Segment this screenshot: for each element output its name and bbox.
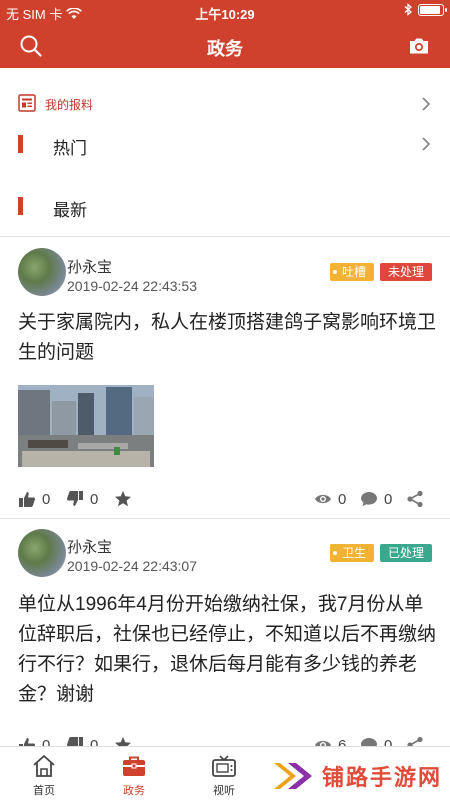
favorite-button[interactable] bbox=[114, 490, 132, 508]
post-title[interactable]: 关于家属院内，私人在楼顶搭建鸽子窝影响环境卫生的问题 bbox=[18, 308, 436, 368]
thumbs-down-icon bbox=[66, 491, 83, 506]
status-badge: 已处理 bbox=[379, 544, 432, 562]
tab-government-label: 政务 bbox=[123, 785, 145, 797]
watermark-arrow-icon bbox=[273, 763, 312, 789]
status-right bbox=[404, 3, 447, 16]
thumbs-up-icon bbox=[19, 492, 36, 507]
my-reports-label: 我的报料 bbox=[45, 98, 94, 112]
nav-bar: 政务 bbox=[0, 24, 450, 68]
section-marker bbox=[18, 135, 23, 153]
post-tags: 卫生 已处理 bbox=[329, 544, 432, 562]
tab-home-label: 首页 bbox=[33, 785, 55, 797]
tab-bar: 首页 政务 视听 铺路手游网 bbox=[0, 746, 450, 800]
view-count: 0 bbox=[338, 490, 347, 508]
dislike-button[interactable]: 0 bbox=[66, 490, 98, 508]
section-hot[interactable]: 热门 bbox=[0, 122, 450, 166]
building-photo bbox=[18, 385, 154, 467]
avatar[interactable] bbox=[18, 529, 66, 577]
eye-icon bbox=[315, 494, 331, 504]
battery-icon bbox=[418, 3, 447, 16]
tab-home[interactable]: 首页 bbox=[14, 753, 74, 798]
post-author: 孙永宝 bbox=[67, 259, 113, 276]
star-icon bbox=[115, 491, 131, 507]
briefcase-icon bbox=[123, 756, 145, 776]
tab-media[interactable]: 视听 bbox=[194, 753, 254, 798]
like-count: 0 bbox=[42, 490, 51, 508]
watermark-logo: 铺路手游网 bbox=[272, 759, 442, 793]
share-button[interactable] bbox=[406, 490, 424, 508]
post-item[interactable]: 孙永宝 2019-02-24 22:43:53 吐槽 未处理 关于家属院内，私人… bbox=[0, 236, 450, 518]
page-title: 政务 bbox=[207, 39, 243, 59]
my-reports-row[interactable]: 我的报料 bbox=[0, 86, 450, 122]
post-time: 2019-02-24 22:43:07 bbox=[67, 558, 197, 574]
tab-government[interactable]: 政务 bbox=[104, 753, 164, 798]
post-time: 2019-02-24 22:43:53 bbox=[67, 278, 197, 294]
like-button[interactable]: 0 bbox=[18, 490, 50, 508]
post-item[interactable]: 孙永宝 2019-02-24 22:43:07 卫生 已处理 单位从1996年4… bbox=[0, 518, 450, 754]
dislike-count: 0 bbox=[90, 490, 99, 508]
post-title[interactable]: 单位从1996年4月份开始缴纳社保，我7月份从单位辞职后，社保也已经停止，不知道… bbox=[18, 590, 436, 710]
section-latest-label: 最新 bbox=[53, 201, 87, 220]
post-actions: 0 0 0 0 bbox=[0, 490, 450, 514]
section-latest[interactable]: 最新 bbox=[0, 184, 450, 228]
avatar[interactable] bbox=[18, 248, 66, 296]
status-time: 上午10:29 bbox=[195, 7, 255, 22]
news-icon bbox=[18, 94, 36, 112]
section-marker bbox=[18, 197, 23, 215]
status-badge: 未处理 bbox=[379, 263, 432, 281]
views-counter: 0 bbox=[314, 490, 346, 508]
camera-icon[interactable] bbox=[408, 35, 430, 57]
home-icon bbox=[33, 755, 55, 777]
bluetooth-icon bbox=[404, 3, 412, 16]
tv-icon bbox=[212, 755, 236, 777]
comment-count: 0 bbox=[384, 490, 393, 508]
section-hot-label: 热门 bbox=[53, 139, 87, 158]
post-tags: 吐槽 未处理 bbox=[329, 263, 432, 281]
post-thumbnail[interactable] bbox=[18, 385, 154, 467]
post-author: 孙永宝 bbox=[67, 539, 113, 556]
share-icon bbox=[407, 490, 423, 508]
chevron-right-icon bbox=[422, 97, 431, 111]
category-tag: 吐槽 bbox=[329, 263, 374, 281]
tab-media-label: 视听 bbox=[213, 785, 235, 797]
chevron-right-icon bbox=[422, 137, 431, 151]
category-tag: 卫生 bbox=[329, 544, 374, 562]
comment-icon bbox=[361, 492, 377, 507]
watermark-text: 铺路手游网 bbox=[321, 765, 442, 790]
comment-button[interactable]: 0 bbox=[360, 490, 392, 508]
status-bar: 无 SIM 卡 上午10:29 bbox=[0, 0, 450, 24]
